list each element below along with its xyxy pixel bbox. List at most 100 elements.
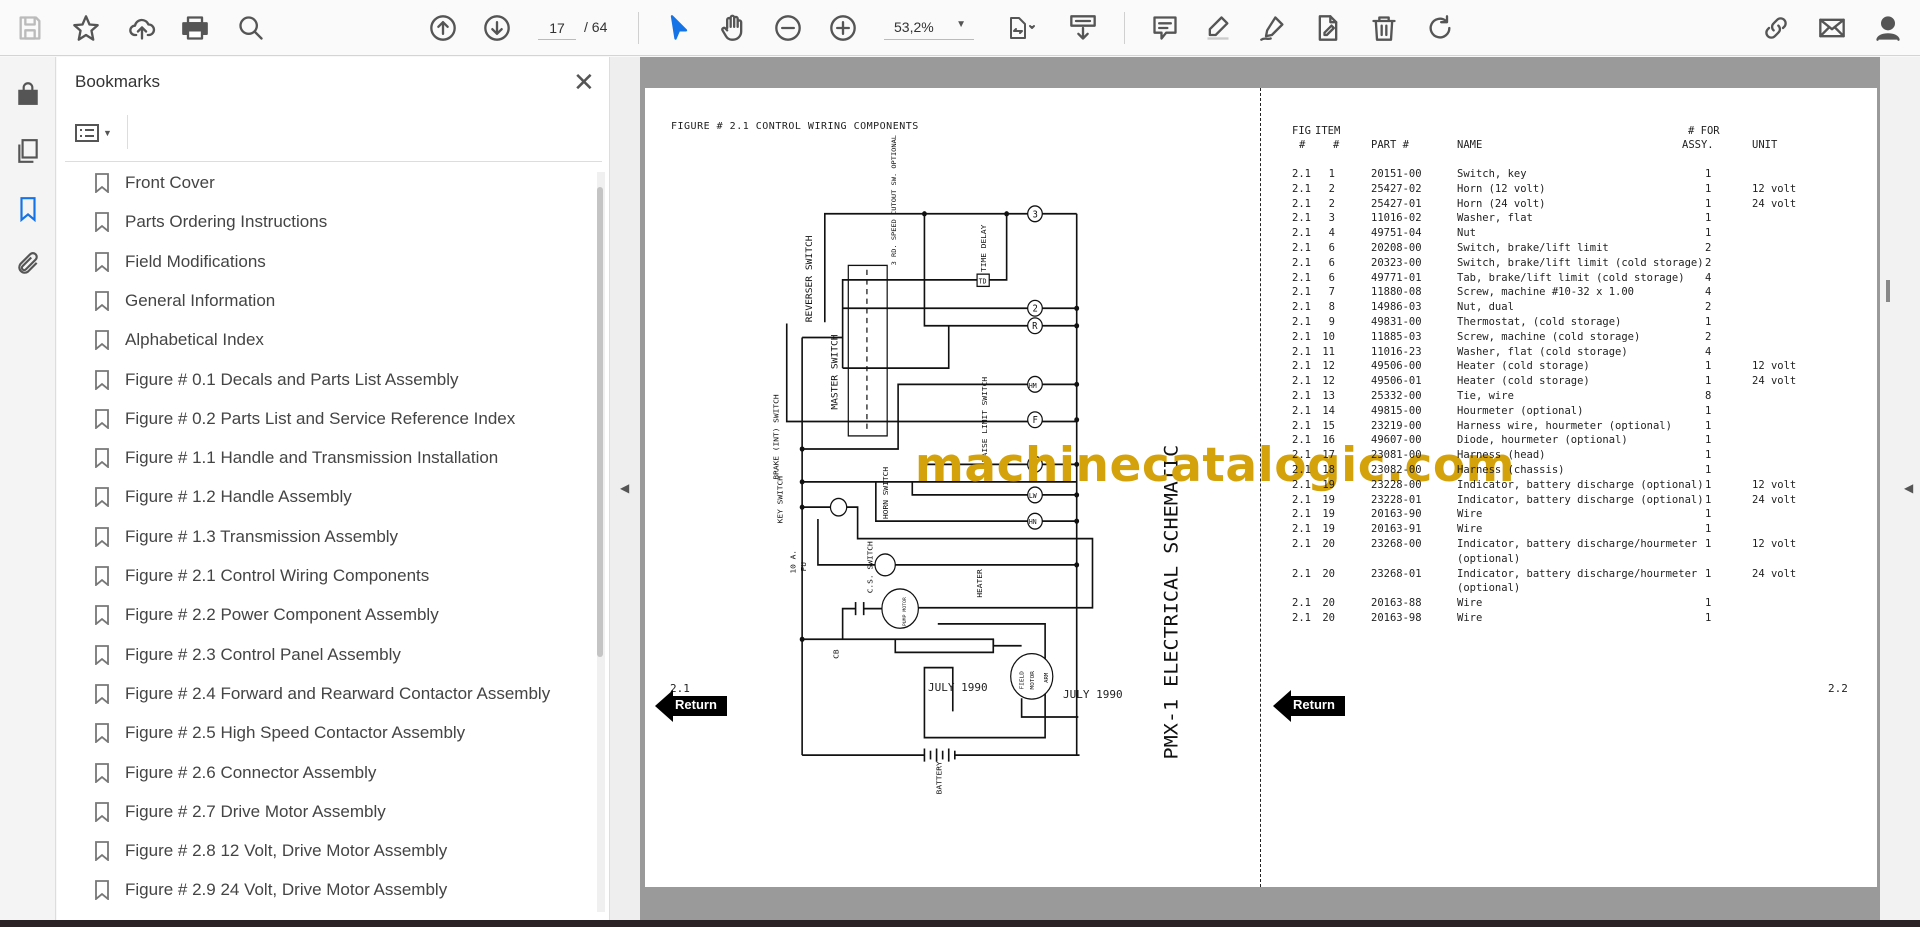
fig-cell: 2.1 xyxy=(1292,493,1311,506)
account-icon[interactable] xyxy=(1870,10,1906,46)
save-icon[interactable] xyxy=(12,10,48,46)
bookmark-item[interactable]: Figure # 2.5 High Speed Contactor Assemb… xyxy=(95,718,465,748)
bookmark-icon xyxy=(95,605,109,626)
item-cell: 14 xyxy=(1322,404,1335,417)
quantity-cell: 1 xyxy=(1705,449,1712,462)
upload-cloud-icon[interactable] xyxy=(124,10,160,46)
quantity-cell: 1 xyxy=(1705,523,1712,536)
heater-label: HEATER xyxy=(975,569,984,598)
return-button[interactable]: Return xyxy=(1273,690,1345,722)
bookmark-item[interactable]: Figure # 0.2 Parts List and Service Refe… xyxy=(95,404,515,434)
fig-cell: 2.1 xyxy=(1292,508,1311,521)
star-icon[interactable] xyxy=(68,10,104,46)
name-cell: Indicator, battery discharge (optional) xyxy=(1457,493,1704,506)
select-cursor-icon[interactable] xyxy=(661,10,697,46)
raise-limit-label: RAISE LIMIT SWITCH xyxy=(980,376,989,462)
name-cell: Washer, flat (cold storage) xyxy=(1457,345,1628,358)
bookmark-item[interactable]: Figure # 2.3 Control Panel Assembly xyxy=(95,640,401,670)
fig-cell: 2.1 xyxy=(1292,523,1311,536)
bookmark-item[interactable]: Figure # 1.3 Transmission Assembly xyxy=(95,522,398,552)
bookmark-item[interactable]: Figure # 2.1 Control Wiring Components xyxy=(95,561,429,591)
fuse-label: 10 A. xyxy=(789,550,798,574)
header-part: PART # xyxy=(1371,139,1409,151)
schematic-title: PMX-1 ELECTRICAL SCHEMATIC xyxy=(1160,445,1182,760)
close-icon[interactable]: ✕ xyxy=(573,67,595,98)
share-link-icon[interactable] xyxy=(1758,10,1794,46)
previous-page-icon[interactable] xyxy=(425,10,461,46)
header-item: ITEM xyxy=(1315,125,1341,137)
scrollbar-thumb[interactable] xyxy=(1886,280,1890,302)
bookmark-item[interactable]: Figure # 1.1 Handle and Transmission Ins… xyxy=(95,443,498,473)
part-number-cell: 11880-08 xyxy=(1371,286,1422,299)
collapse-panel-button[interactable]: ◀ xyxy=(610,57,640,920)
item-cell: 12 xyxy=(1322,360,1335,373)
part-number-cell: 23228-01 xyxy=(1371,493,1422,506)
bookmark-label: Figure # 2.7 Drive Motor Assembly xyxy=(125,801,386,821)
email-icon[interactable] xyxy=(1814,10,1850,46)
bookmark-item[interactable]: General Information xyxy=(95,286,275,316)
bookmark-icon xyxy=(95,251,109,272)
bookmark-options-button[interactable]: ▼ xyxy=(75,119,119,147)
quantity-cell: 1 xyxy=(1705,567,1712,580)
next-page-icon[interactable] xyxy=(479,10,515,46)
item-cell: 8 xyxy=(1328,301,1335,314)
bookmark-icon xyxy=(95,290,109,311)
print-icon[interactable] xyxy=(177,10,213,46)
part-number-cell: 23228-00 xyxy=(1371,478,1422,491)
bookmark-item[interactable]: Figure # 2.6 Connector Assembly xyxy=(95,758,376,788)
bookmark-item[interactable]: Figure # 0.1 Decals and Parts List Assem… xyxy=(95,365,459,395)
sign-icon[interactable] xyxy=(1255,10,1291,46)
fit-page-icon[interactable] xyxy=(1000,10,1044,46)
item-cell: 20 xyxy=(1322,538,1335,550)
zoom-out-icon[interactable] xyxy=(770,10,806,46)
motor-label: MOTOR xyxy=(1030,671,1036,690)
field-label: FIELD xyxy=(1020,671,1026,690)
bookmark-item[interactable]: Figure # 2.7 Drive Motor Assembly xyxy=(95,797,386,827)
edit-pdf-icon[interactable] xyxy=(1310,10,1346,46)
brake-switch-label: BRAKE (INT) SWITCH xyxy=(772,394,781,480)
zoom-in-icon[interactable] xyxy=(825,10,861,46)
bookmark-item[interactable]: Figure # 2.9 24 Volt, Drive Motor Assemb… xyxy=(95,875,447,905)
bookmark-scrollbar-thumb[interactable] xyxy=(597,187,603,657)
header-fig: FIG xyxy=(1292,125,1311,137)
rotate-icon[interactable] xyxy=(1422,10,1458,46)
bookmark-icon xyxy=(95,801,109,822)
bookmark-item[interactable]: Figure # 2.4 Forward and Rearward Contac… xyxy=(95,679,550,709)
bookmark-item[interactable]: Alphabetical Index xyxy=(95,325,264,355)
chevron-left-icon: ◀ xyxy=(620,481,630,495)
bookmark-item[interactable]: Parts Ordering Instructions xyxy=(95,207,327,237)
page-number-input[interactable] xyxy=(538,16,576,40)
bookmark-icon xyxy=(95,448,109,469)
comment-icon[interactable] xyxy=(1147,10,1183,46)
right-page-number: 2.2 xyxy=(1828,682,1848,695)
quantity-cell: 1 xyxy=(1705,168,1712,180)
lock-icon[interactable] xyxy=(12,77,44,109)
page-thumbnails-icon[interactable] xyxy=(12,135,44,167)
name-cell: Harness wire, hourmeter (optional) xyxy=(1457,419,1672,432)
key-switch-label: KEY SWITCH xyxy=(776,476,785,524)
bookmark-item[interactable]: Figure # 2.8 12 Volt, Drive Motor Assemb… xyxy=(95,836,447,866)
part-number-cell: 49506-01 xyxy=(1371,375,1422,388)
bookmark-item[interactable]: Front Cover xyxy=(95,168,215,198)
delete-icon[interactable] xyxy=(1366,10,1402,46)
bookmark-icon xyxy=(95,762,109,783)
name-cell: Harness (chassis) xyxy=(1457,464,1565,476)
fig-cell: 2.1 xyxy=(1292,434,1311,447)
vertical-scrollbar[interactable]: ◀ xyxy=(1880,57,1920,920)
attachment-icon[interactable] xyxy=(12,248,44,280)
bookmark-icon[interactable] xyxy=(12,193,44,225)
scroll-mode-icon[interactable] xyxy=(1065,10,1101,46)
zoom-select[interactable]: 53,2% ▼ xyxy=(884,16,974,40)
node-label: LR xyxy=(1029,461,1038,469)
bookmark-item[interactable]: Figure # 1.2 Handle Assembly xyxy=(95,482,352,512)
find-icon[interactable] xyxy=(233,10,269,46)
hand-tool-icon[interactable] xyxy=(715,10,751,46)
return-button[interactable]: Return xyxy=(655,690,727,722)
highlight-icon[interactable] xyxy=(1200,10,1236,46)
bookmark-label: Figure # 1.2 Handle Assembly xyxy=(125,487,352,507)
bookmark-item[interactable]: Field Modifications xyxy=(95,247,266,277)
part-number-cell: 11016-02 xyxy=(1371,212,1422,225)
fig-cell: 2.1 xyxy=(1292,419,1311,432)
quantity-cell: 4 xyxy=(1705,286,1712,299)
bookmark-item[interactable]: Figure # 2.2 Power Component Assembly xyxy=(95,600,439,630)
